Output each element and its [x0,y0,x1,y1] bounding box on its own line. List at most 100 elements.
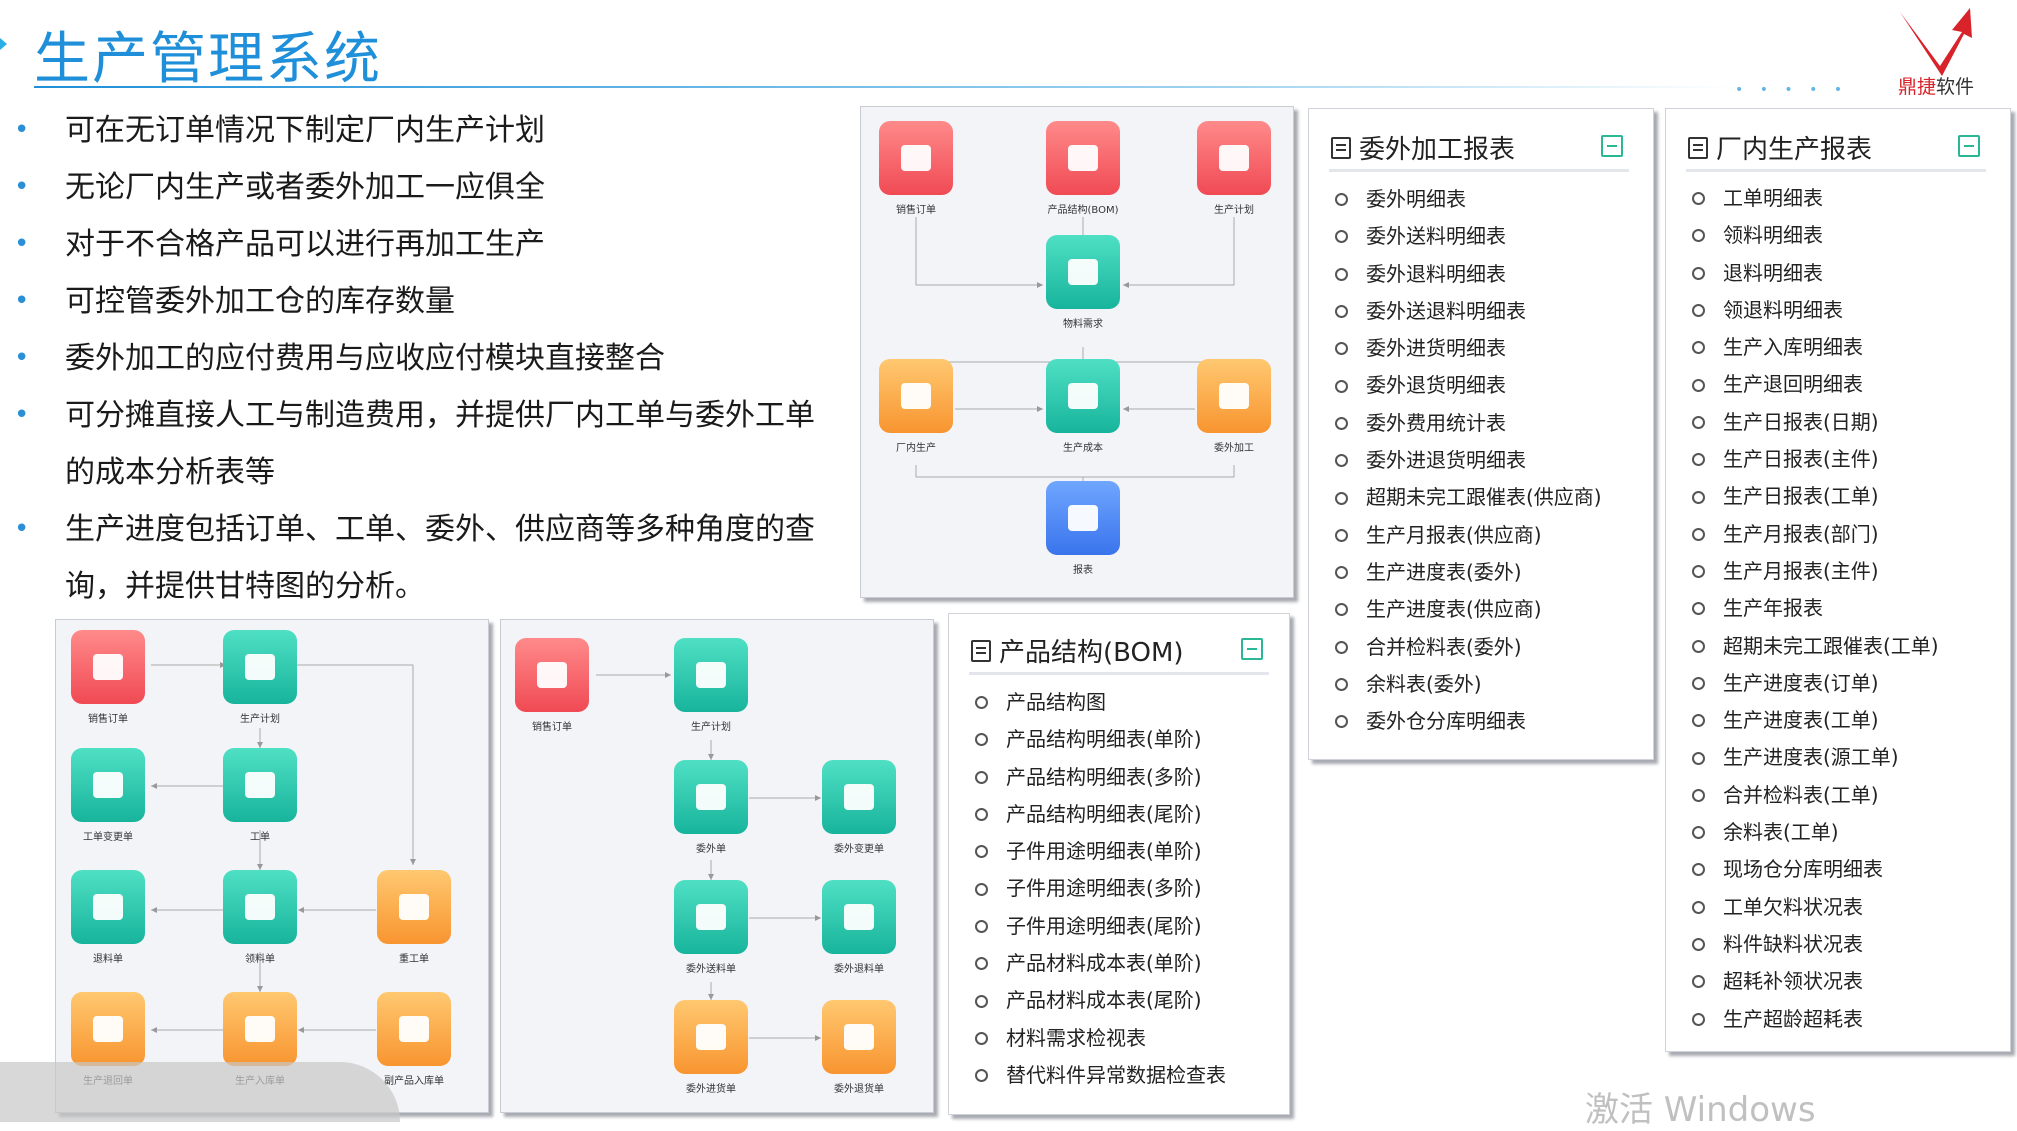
report-item-label: 生产进度表(工单) [1723,708,1879,733]
report-item[interactable]: 生产超龄超耗表 [1692,1001,1939,1038]
report-item[interactable]: 委外送退料明细表 [1335,293,1602,330]
report-item[interactable]: 子件用途明细表(多阶) [975,870,1226,907]
flow-node[interactable]: 生产计划 [1196,121,1272,216]
flow-node[interactable]: 委外送料单 [673,880,749,975]
flow-node-tile [377,992,451,1066]
feature-bullet: • 可控管委外加工仓的库存数量 [14,273,834,330]
flow-node[interactable]: 领料单 [222,870,298,965]
report-item[interactable]: 生产进度表(委外) [1335,554,1602,591]
flow-node[interactable]: 厂内生产 [878,359,954,454]
flow-node[interactable]: 工单变更单 [70,748,146,843]
circle-bullet-icon [975,845,988,859]
flow-node[interactable]: 产品结构(BOM) [1045,121,1121,216]
report-item[interactable]: 退料明细表 [1692,255,1939,292]
flow-node[interactable]: 委外加工 [1196,359,1272,454]
flow-node[interactable]: 重工单 [376,870,452,965]
flow-node[interactable]: 委外单 [673,760,749,855]
report-item[interactable]: 生产进度表(供应商) [1335,591,1602,628]
report-item[interactable]: 替代料件异常数据检查表 [975,1057,1226,1094]
report-item-label: 超耗补领状况表 [1723,969,1863,994]
report-item[interactable]: 余料表(工单) [1692,814,1939,851]
flow-node[interactable]: 委外进货单 [673,1000,749,1095]
bom-report-header: 产品结构(BOM) [971,632,1184,669]
flow-node[interactable]: 工单 [222,748,298,843]
report-item-label: 委外明细表 [1366,187,1466,211]
feature-bullet: • 对于不合格产品可以进行再加工生产 [14,216,834,273]
collapse-factory-icon[interactable] [1958,135,1980,157]
report-item[interactable]: 生产进度表(工单) [1692,702,1939,739]
report-item[interactable]: 委外进货明细表 [1335,330,1602,367]
flow-node[interactable]: 物料需求 [1045,235,1121,330]
report-item[interactable]: 工单明细表 [1692,180,1939,217]
report-item[interactable]: 生产入库明细表 [1692,329,1939,366]
flow-node[interactable]: 生产成本 [1045,359,1121,454]
circle-bullet-icon [1692,192,1705,206]
report-item[interactable]: 领料明细表 [1692,217,1939,254]
flow-node[interactable]: 生产计划 [673,638,749,733]
report-item[interactable]: 现场仓分库明细表 [1692,851,1939,888]
report-item[interactable]: 生产日报表(日期) [1692,404,1939,441]
report-item[interactable]: 料件缺料状况表 [1692,926,1939,963]
flow-node[interactable]: 生产计划 [222,630,298,725]
circle-bullet-icon [1335,379,1348,393]
report-item[interactable]: 领退料明细表 [1692,292,1939,329]
report-item-label: 子件用途明细表(尾阶) [1006,913,1202,938]
report-item[interactable]: 生产月报表(供应商) [1335,517,1602,554]
report-item[interactable]: 产品结构图 [975,684,1226,721]
report-item[interactable]: 合并检料表(委外) [1335,629,1602,666]
report-item-label: 委外进货明细表 [1366,336,1506,361]
report-item[interactable]: 委外明细表 [1335,181,1602,218]
report-item[interactable]: 委外送料明细表 [1335,218,1602,255]
flow-node[interactable]: 退料单 [70,870,146,965]
report-item[interactable]: 产品结构明细表(多阶) [975,759,1226,796]
report-item[interactable]: 生产日报表(主件) [1692,441,1939,478]
flow-node[interactable]: 销售订单 [878,121,954,216]
report-item[interactable]: 委外退货明细表 [1335,367,1602,404]
report-item[interactable]: 超期未完工跟催表(供应商) [1335,479,1602,516]
return-doc-icon [93,1016,123,1042]
flow-node[interactable]: 副产品入库单 [376,992,452,1087]
report-item[interactable]: 委外进退货明细表 [1335,442,1602,479]
report-item[interactable]: 生产月报表(部门) [1692,516,1939,553]
report-item[interactable]: 产品材料成本表(单阶) [975,945,1226,982]
report-item[interactable]: 产品材料成本表(尾阶) [975,982,1226,1019]
collapse-outsource-icon[interactable] [1601,135,1623,157]
box-return-icon [844,904,874,930]
report-item[interactable]: 生产退回明细表 [1692,366,1939,403]
flow-node-label: 委外送料单 [686,964,736,975]
report-item[interactable]: 生产日报表(工单) [1692,478,1939,515]
report-item-label: 生产入库明细表 [1723,335,1863,360]
report-item[interactable]: 委外费用统计表 [1335,405,1602,442]
report-item[interactable]: 委外仓分库明细表 [1335,703,1602,740]
report-item-label: 委外进退货明细表 [1366,448,1526,473]
report-item-label: 现场仓分库明细表 [1723,857,1883,882]
flow-node[interactable]: 委外变更单 [821,760,897,855]
flow-node[interactable]: 销售订单 [70,630,146,725]
report-item[interactable]: 超期未完工跟催表(工单) [1692,628,1939,665]
flow-node[interactable]: 委外退料单 [821,880,897,975]
report-item[interactable]: 产品结构明细表(单阶) [975,721,1226,758]
flow-node[interactable]: 销售订单 [514,638,590,733]
flow-node-label: 销售订单 [532,722,572,733]
report-item[interactable]: 材料需求检视表 [975,1020,1226,1057]
report-item[interactable]: 工单欠料状况表 [1692,889,1939,926]
flow-node-tile [822,880,896,954]
report-item[interactable]: 生产年报表 [1692,590,1939,627]
report-item[interactable]: 超耗补领状况表 [1692,963,1939,1000]
report-item[interactable]: 生产进度表(源工单) [1692,739,1939,776]
report-item[interactable]: 子件用途明细表(单阶) [975,833,1226,870]
flow-node-tile [223,870,297,944]
report-item[interactable]: 生产月报表(主件) [1692,553,1939,590]
flow-node[interactable]: 报表 [1045,481,1121,576]
report-item[interactable]: 委外退料明细表 [1335,256,1602,293]
report-item[interactable]: 子件用途明细表(尾阶) [975,908,1226,945]
report-item[interactable]: 生产进度表(订单) [1692,665,1939,702]
chart-icon [1068,383,1098,409]
report-item[interactable]: 合并检料表(工单) [1692,777,1939,814]
flow-node[interactable]: 委外退货单 [821,1000,897,1095]
report-item[interactable]: 余料表(委外) [1335,666,1602,703]
flow-node-label: 委外退料单 [834,964,884,975]
report-item[interactable]: 产品结构明细表(尾阶) [975,796,1226,833]
flow-node-label: 委外变更单 [834,844,884,855]
collapse-bom-icon[interactable] [1241,638,1263,660]
